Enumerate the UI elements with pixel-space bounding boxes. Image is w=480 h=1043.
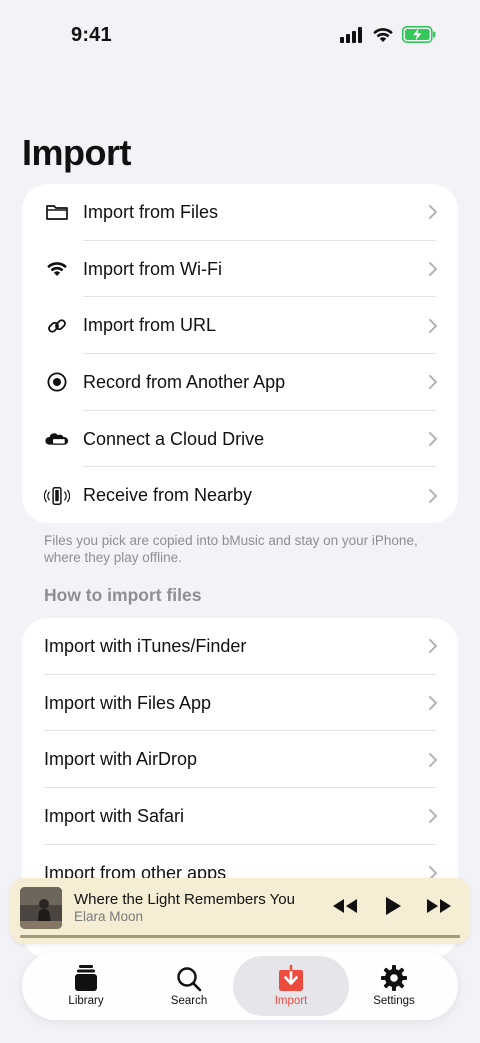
tab-settings[interactable]: Settings bbox=[342, 956, 446, 1016]
receive-from-nearby-row[interactable]: Receive from Nearby bbox=[22, 467, 458, 523]
record-from-another-app-row[interactable]: Record from Another App bbox=[22, 354, 458, 411]
row-label: Import with iTunes/Finder bbox=[44, 635, 247, 656]
import-with-files-app-row[interactable]: Import with Files App bbox=[22, 675, 458, 732]
mini-player[interactable]: Where the Light Remembers You Elara Moon bbox=[10, 878, 470, 944]
fast-forward-button[interactable] bbox=[424, 896, 454, 920]
chevron-right-icon bbox=[428, 261, 438, 277]
now-playing-artist: Elara Moon bbox=[74, 909, 144, 924]
row-label: Import with Files App bbox=[44, 692, 212, 713]
library-icon bbox=[74, 962, 98, 992]
import-with-airdrop-row[interactable]: Import with AirDrop bbox=[22, 731, 458, 788]
chevron-right-icon bbox=[428, 695, 438, 711]
playback-progress-fill bbox=[20, 935, 460, 938]
play-button[interactable] bbox=[378, 896, 408, 920]
row-label: Import with AirDrop bbox=[44, 749, 198, 770]
tab-label: Search bbox=[170, 995, 208, 1007]
row-label: Import with Safari bbox=[44, 805, 185, 826]
chevron-right-icon bbox=[428, 431, 438, 447]
wifi-status-icon bbox=[372, 27, 394, 48]
chevron-right-icon bbox=[428, 808, 438, 824]
cloud-drive-icon bbox=[44, 426, 70, 452]
chevron-right-icon bbox=[428, 752, 438, 768]
tab-import[interactable]: Import bbox=[233, 956, 349, 1016]
connect-cloud-drive-row[interactable]: Connect a Cloud Drive bbox=[22, 411, 458, 468]
cellular-signal-icon bbox=[340, 26, 364, 48]
rewind-button[interactable] bbox=[330, 896, 360, 920]
now-playing-title: Where the Light Remembers You bbox=[74, 891, 295, 908]
chevron-right-icon bbox=[428, 638, 438, 654]
import-from-url-row[interactable]: Import from URL bbox=[22, 297, 458, 354]
section-header-how-to-import: How to import files bbox=[44, 585, 202, 605]
tab-bar: Library Search Import Settings bbox=[22, 952, 458, 1020]
playback-progress-bar[interactable] bbox=[20, 935, 460, 938]
row-label: Connect a Cloud Drive bbox=[83, 428, 265, 449]
nearby-phone-icon bbox=[44, 483, 70, 509]
status-icons bbox=[340, 26, 436, 48]
record-icon bbox=[44, 369, 70, 395]
import-from-wifi-row[interactable]: Import from Wi-Fi bbox=[22, 241, 458, 298]
chevron-right-icon bbox=[428, 318, 438, 334]
import-from-files-row[interactable]: Import from Files bbox=[22, 184, 458, 241]
import-with-itunes-finder-row[interactable]: Import with iTunes/Finder bbox=[22, 618, 458, 675]
row-label: Import from URL bbox=[83, 315, 217, 336]
tab-label: Settings bbox=[373, 995, 415, 1007]
tab-search[interactable]: Search bbox=[137, 956, 241, 1016]
tab-label: Import bbox=[274, 995, 308, 1007]
import-footnote: Files you pick are copied into bMusic an… bbox=[44, 533, 418, 565]
album-artwork bbox=[20, 887, 62, 929]
page-title: Import bbox=[22, 132, 132, 173]
chevron-right-icon bbox=[428, 488, 438, 504]
search-icon bbox=[176, 962, 202, 992]
row-label: Import from Files bbox=[83, 201, 219, 222]
import-options-card: Import from Files Import from Wi-Fi Impo… bbox=[22, 184, 458, 523]
row-label: Record from Another App bbox=[83, 371, 286, 392]
status-bar: 9:41 bbox=[0, 0, 480, 70]
battery-charging-icon bbox=[402, 26, 436, 48]
play-icon bbox=[384, 896, 402, 921]
fast-forward-icon bbox=[426, 898, 452, 919]
gear-icon bbox=[380, 962, 408, 992]
import-with-safari-row[interactable]: Import with Safari bbox=[22, 788, 458, 845]
chevron-right-icon bbox=[428, 374, 438, 390]
wifi-icon bbox=[44, 256, 70, 282]
import-icon bbox=[278, 962, 304, 992]
status-time: 9:41 bbox=[71, 24, 112, 46]
link-icon bbox=[44, 313, 70, 339]
row-label: Import from Wi-Fi bbox=[83, 258, 222, 279]
tab-library[interactable]: Library bbox=[34, 956, 138, 1016]
rewind-icon bbox=[332, 898, 358, 919]
chevron-right-icon bbox=[428, 204, 438, 220]
row-label: Receive from Nearby bbox=[83, 485, 253, 506]
folder-icon bbox=[44, 199, 70, 225]
tab-label: Library bbox=[68, 995, 104, 1007]
